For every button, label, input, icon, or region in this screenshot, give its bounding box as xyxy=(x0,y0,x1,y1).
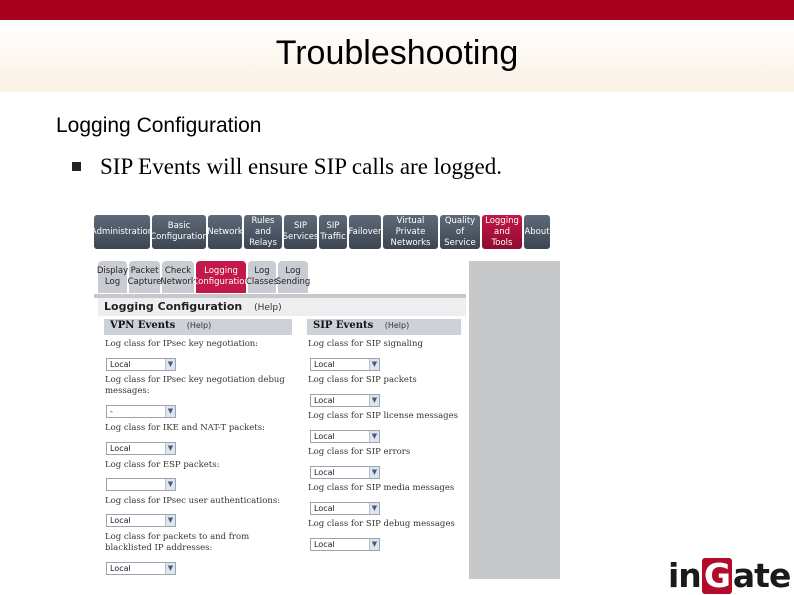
vpn-field-label: Log class for ESP packets: xyxy=(105,460,220,470)
chevron-down-icon: ▼ xyxy=(369,467,379,478)
chevron-down-icon: ▼ xyxy=(165,479,175,490)
chevron-down-icon: ▼ xyxy=(369,359,379,370)
nav-virtual-private-networks[interactable]: Virtual Private Networks xyxy=(383,215,438,249)
select-value: - xyxy=(110,407,113,416)
vpn-events-header: VPN Events (Help) xyxy=(104,319,292,335)
bullet-square-icon xyxy=(72,162,81,171)
bullet-text: SIP Events will ensure SIP calls are log… xyxy=(100,154,503,179)
sip-field-label: Log class for SIP license messages xyxy=(308,411,459,421)
chevron-down-icon: ▼ xyxy=(165,406,175,417)
vpn-log-class-select[interactable]: Local ▼ xyxy=(106,514,176,527)
nav-rules-and-relays[interactable]: Rules and Relays xyxy=(244,215,282,249)
vpn-field-label: Log class for IPsec user authentications… xyxy=(105,496,281,506)
select-value: Local xyxy=(314,504,335,513)
sip-log-class-select[interactable]: Local ▼ xyxy=(310,538,380,551)
select-value: Local xyxy=(110,444,131,453)
embedded-screenshot: Administration Basic Configuration Netwo… xyxy=(94,215,560,579)
sip-log-class-select[interactable]: Local ▼ xyxy=(310,358,380,371)
logo-mark: G xyxy=(701,556,732,595)
sip-log-class-select[interactable]: Local ▼ xyxy=(310,466,380,479)
tab-packet-capture[interactable]: Packet Capture xyxy=(128,261,161,293)
sip-log-class-select[interactable]: Local ▼ xyxy=(310,394,380,407)
chevron-down-icon: ▼ xyxy=(165,443,175,454)
select-value: Local xyxy=(314,432,335,441)
vpn-events-title: VPN Events xyxy=(110,320,176,331)
tab-check-network[interactable]: Check Network xyxy=(160,261,196,293)
section-title: Logging Configuration xyxy=(104,300,243,313)
chevron-down-icon: ▼ xyxy=(165,563,175,574)
sip-help-link[interactable]: (Help) xyxy=(385,321,409,330)
section-header: Logging Configuration (Help) xyxy=(98,298,466,316)
top-accent-bar xyxy=(0,0,794,20)
chevron-down-icon: ▼ xyxy=(165,515,175,526)
sip-field-label: Log class for SIP packets xyxy=(308,375,417,385)
chevron-down-icon: ▼ xyxy=(165,359,175,370)
section-help-link[interactable]: (Help) xyxy=(254,303,282,313)
nav-network[interactable]: Network xyxy=(207,215,243,249)
nav-administration[interactable]: Administration xyxy=(94,215,153,249)
nav-about[interactable]: About xyxy=(524,215,550,249)
tab-log-sending[interactable]: Log Sending xyxy=(276,261,310,293)
select-value: Local xyxy=(314,468,335,477)
vpn-field-label: Log class for packets to and from blackl… xyxy=(105,532,250,553)
vpn-log-class-select[interactable]: Local ▼ xyxy=(106,442,176,455)
slide-subtitle: Logging Configuration xyxy=(56,114,262,137)
select-value: Local xyxy=(110,564,131,573)
ingate-logo: inGate xyxy=(668,556,791,595)
bullet-item: SIP Events will ensure SIP calls are log… xyxy=(72,154,502,180)
sip-events-title: SIP Events xyxy=(313,320,374,331)
select-value: Local xyxy=(110,516,131,525)
chevron-down-icon: ▼ xyxy=(369,395,379,406)
vpn-help-link[interactable]: (Help) xyxy=(187,321,211,330)
slide-title: Troubleshooting xyxy=(275,34,519,72)
right-gray-panel xyxy=(469,261,560,579)
sip-field-label: Log class for SIP errors xyxy=(308,447,411,457)
logo-suffix: ate xyxy=(732,556,791,595)
sip-log-class-select[interactable]: Local ▼ xyxy=(310,502,380,515)
tab-log-classes[interactable]: Log Classes xyxy=(246,261,278,293)
nav-sip-services[interactable]: SIP Services xyxy=(283,215,318,249)
sip-log-class-select[interactable]: Local ▼ xyxy=(310,430,380,443)
chevron-down-icon: ▼ xyxy=(369,539,379,550)
sub-tabs: Display Log Packet Capture Check Network… xyxy=(97,261,310,293)
nav-failover[interactable]: Failover xyxy=(349,215,382,249)
vpn-field-label: Log class for IPsec key negotiation debu… xyxy=(105,375,285,396)
main-nav: Administration Basic Configuration Netwo… xyxy=(94,215,552,249)
nav-quality-of-service[interactable]: Quality of Service xyxy=(440,215,480,249)
vpn-log-class-select[interactable]: Local ▼ xyxy=(106,562,176,575)
nav-sip-traffic[interactable]: SIP Traffic xyxy=(319,215,347,249)
vpn-field-label: Log class for IPsec key negotiation: xyxy=(105,339,259,349)
nav-logging-and-tools[interactable]: Logging and Tools xyxy=(482,215,522,249)
nav-basic-configuration[interactable]: Basic Configuration xyxy=(150,215,208,249)
select-value: Local xyxy=(110,360,131,369)
logo-prefix: in xyxy=(668,556,702,595)
vpn-log-class-select[interactable]: - ▼ xyxy=(106,405,176,418)
tab-logging-configuration[interactable]: Logging Configuration xyxy=(192,261,250,293)
chevron-down-icon: ▼ xyxy=(369,503,379,514)
vpn-field-label: Log class for IKE and NAT-T packets: xyxy=(105,423,265,433)
chevron-down-icon: ▼ xyxy=(369,431,379,442)
vpn-log-class-select[interactable]: ▼ xyxy=(106,478,176,491)
sip-field-label: Log class for SIP signaling xyxy=(308,339,423,349)
select-value: Local xyxy=(314,396,335,405)
vpn-log-class-select[interactable]: Local ▼ xyxy=(106,358,176,371)
sip-field-label: Log class for SIP debug messages xyxy=(308,519,455,529)
select-value: Local xyxy=(314,360,335,369)
sip-field-label: Log class for SIP media messages xyxy=(308,483,455,493)
tab-display-log[interactable]: Display Log xyxy=(97,261,128,293)
sip-events-header: SIP Events (Help) xyxy=(307,319,461,335)
select-value: Local xyxy=(314,540,335,549)
